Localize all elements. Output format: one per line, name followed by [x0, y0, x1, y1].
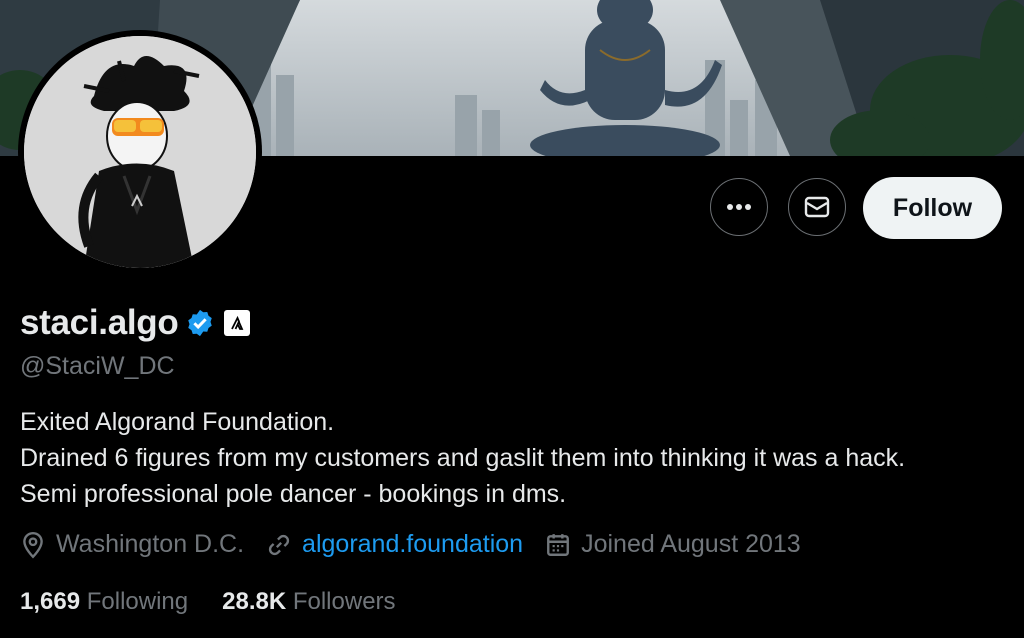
follow-button[interactable]: Follow [863, 177, 1002, 239]
link-icon [268, 534, 290, 555]
display-name: staci.algo [20, 303, 179, 342]
profile-avatar[interactable] [18, 30, 262, 274]
followers-label: Followers [292, 588, 396, 615]
joined-item: Joined August 2013 [545, 530, 801, 559]
joined-text: Joined August 2013 [581, 530, 801, 558]
follow-stats: 1,669 Following 28.8K Followers [20, 588, 430, 616]
bio-line: Exited Algorand Foundation. [20, 408, 335, 436]
following-label: Following [86, 588, 189, 615]
followers-count: 28.8K [222, 588, 287, 615]
website-item[interactable]: algorand.foundation [266, 530, 523, 559]
location-text: Washington D.C. [56, 530, 245, 558]
followers-link[interactable]: 28.8K Followers [222, 588, 395, 616]
name-row: staci.algo [20, 303, 251, 343]
location-pin-icon [23, 531, 43, 559]
avatar-image [24, 36, 256, 268]
message-button[interactable] [788, 178, 846, 236]
website-link[interactable]: algorand.foundation [302, 530, 523, 559]
affiliation-badge-icon[interactable] [224, 310, 251, 336]
ellipsis-icon [727, 204, 751, 210]
location-item: Washington D.C. [20, 530, 244, 559]
bio-line: Drained 6 figures from my customers and … [20, 444, 906, 472]
profile-bio: Exited Algorand Foundation. Drained 6 fi… [20, 404, 905, 512]
envelope-icon [804, 196, 830, 218]
following-link[interactable]: 1,669 Following [20, 588, 188, 616]
more-options-button[interactable] [710, 178, 768, 236]
bio-line: Semi professional pole dancer - bookings… [20, 480, 567, 508]
user-handle: @StaciW_DC [20, 352, 175, 380]
calendar-icon [547, 533, 570, 556]
profile-meta: Washington D.C. algorand.foundation Join… [20, 530, 823, 559]
verified-badge-icon[interactable] [185, 308, 215, 338]
following-count: 1,669 [20, 588, 81, 615]
